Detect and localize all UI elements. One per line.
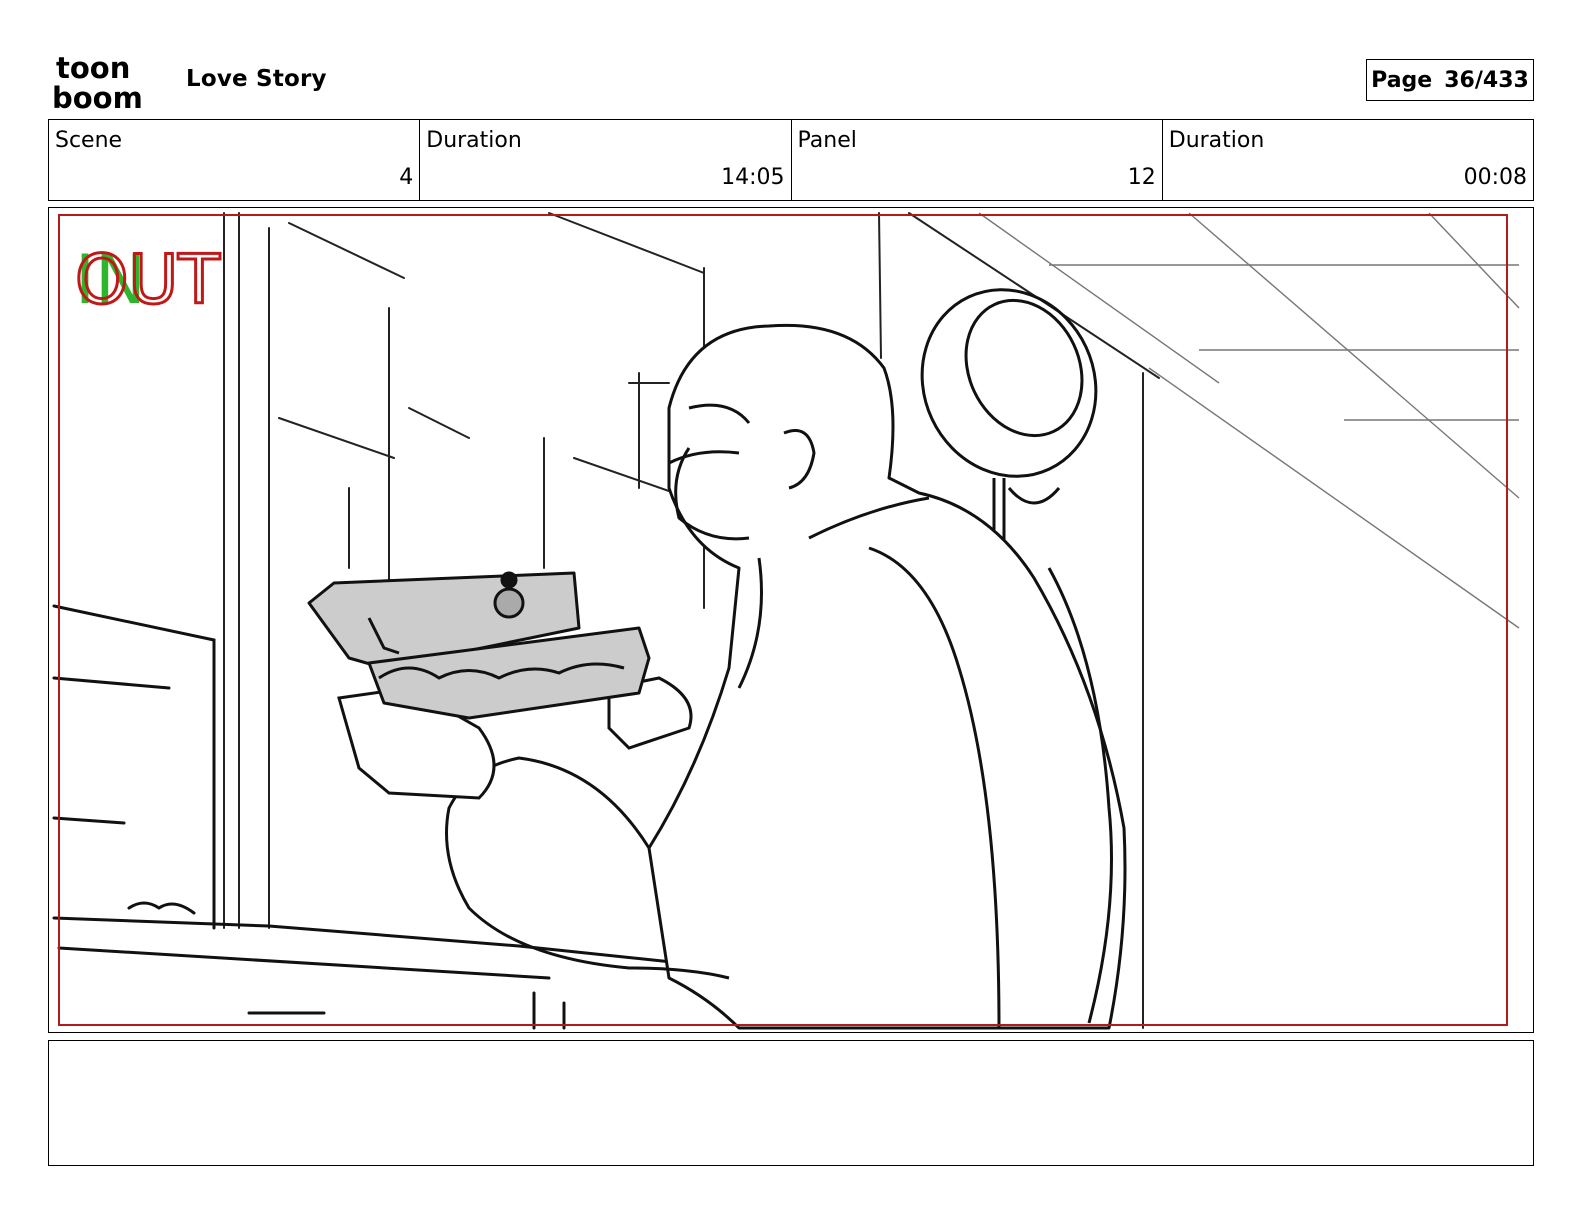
panel-duration-value: 00:08	[1463, 165, 1527, 190]
panel-sketch: IN OUT	[52, 212, 1520, 1030]
storyboard-panel: IN OUT	[48, 207, 1534, 1033]
panel-cell: Panel 12	[792, 120, 1163, 200]
scene-value: 4	[399, 165, 414, 190]
project-title: Love Story	[186, 66, 327, 92]
page-indicator: Page 36/433	[1366, 59, 1534, 101]
toonboom-logo: toon boom	[52, 51, 164, 115]
panel-value: 12	[1127, 165, 1156, 190]
panel-duration-cell: Duration 00:08	[1163, 120, 1533, 200]
scene-duration-value: 14:05	[721, 165, 785, 190]
scene-label: Scene	[55, 128, 123, 153]
scene-info-table: Scene 4 Duration 14:05 Panel 12 Duration…	[48, 119, 1534, 201]
scene-duration-cell: Duration 14:05	[420, 120, 792, 200]
page-number: 36/433	[1444, 67, 1529, 93]
panel-notes-area[interactable]	[48, 1040, 1534, 1166]
page-label: Page	[1371, 67, 1433, 93]
logo-text-bottom: boom	[52, 81, 143, 112]
panel-duration-label: Duration	[1168, 128, 1265, 153]
panel-label: Panel	[797, 128, 857, 153]
scene-duration-label: Duration	[426, 128, 522, 153]
scene-cell: Scene 4	[49, 120, 421, 200]
out-marker: OUT	[75, 241, 220, 320]
